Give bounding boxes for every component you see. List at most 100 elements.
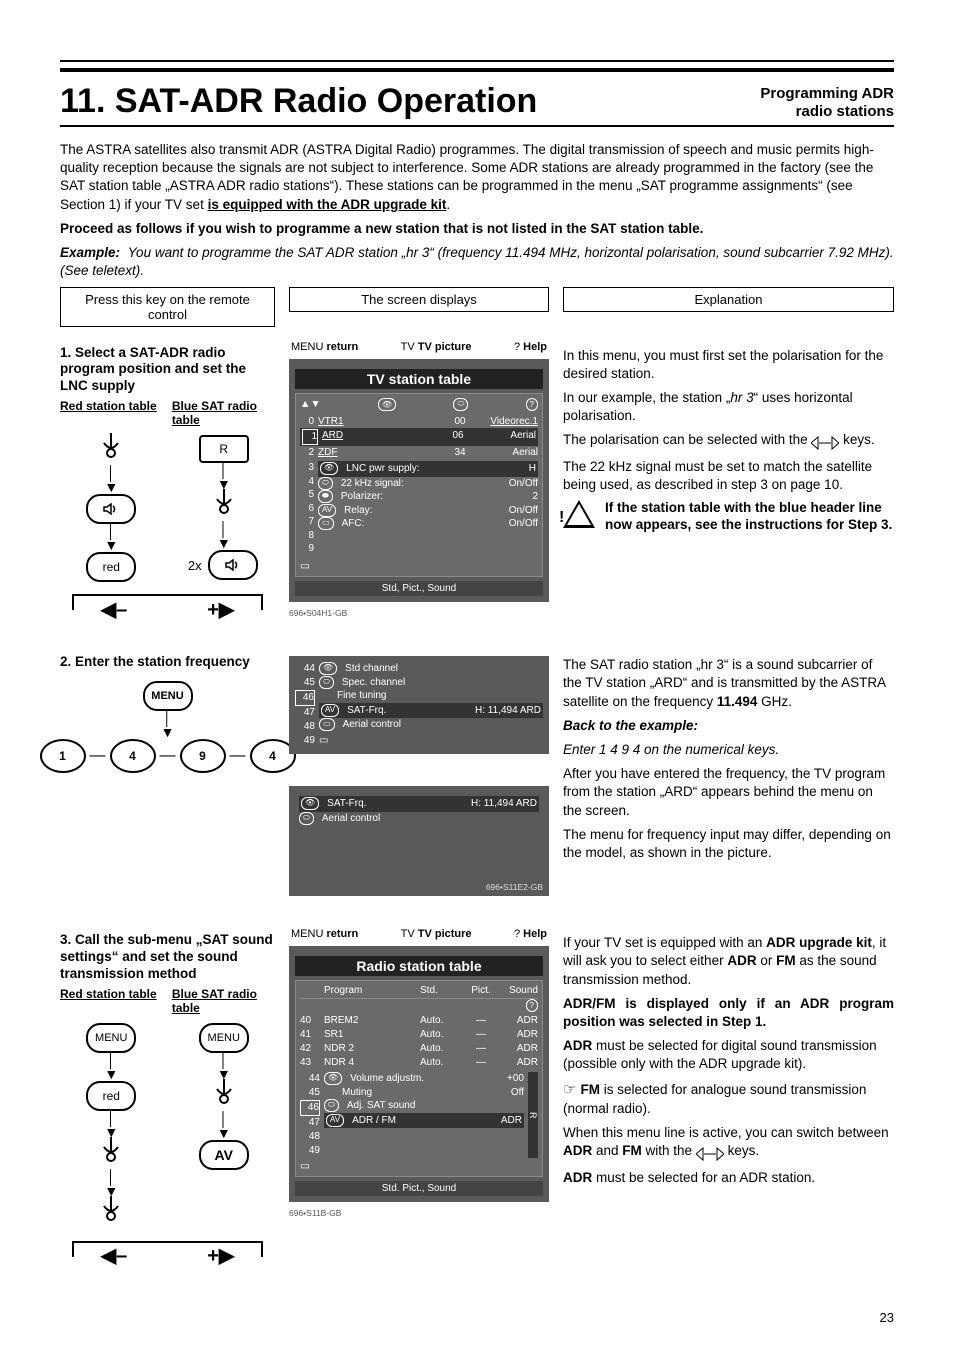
step3-row: 3. Call the sub-menu „SAT sound settings… bbox=[60, 928, 894, 1271]
radio-table-head: Program Std. Pict. Sound bbox=[300, 985, 538, 999]
side-num-selected: 46 bbox=[300, 1100, 320, 1116]
s3-r-p1: If your TV set is equipped with an ADR u… bbox=[563, 934, 894, 989]
tv-chip: TV bbox=[401, 341, 415, 353]
arrow-down-icon: │▼ bbox=[60, 1053, 163, 1081]
digit-1-key[interactable]: 1 bbox=[40, 739, 86, 773]
s3-r-p4: ☞FM is selected for analogue sound trans… bbox=[563, 1080, 894, 1118]
table-row: 0VTR100Videorec.1 bbox=[300, 415, 538, 429]
setting-row: AVRelay:On/Off bbox=[318, 504, 538, 518]
scrollbar-icon: ▭ bbox=[319, 734, 543, 748]
warning-box: ! If the station table with the blue hea… bbox=[563, 500, 894, 534]
screen1-foot: Std, Pict., Sound bbox=[295, 581, 543, 596]
antenna-icon bbox=[60, 1137, 163, 1172]
radio-row: 40BREM2Auto.—ADR bbox=[300, 1014, 538, 1028]
blue-sat-label: Blue SAT radio table bbox=[172, 399, 275, 427]
r-key-box[interactable]: R bbox=[199, 435, 249, 463]
side-r-vertical: R bbox=[528, 1072, 538, 1158]
step1-labels: Red station table Blue SAT radio table bbox=[60, 399, 275, 427]
table-row: 2ZDF34Aerial bbox=[300, 446, 538, 460]
s1-r-p1: In this menu, you must first set the pol… bbox=[563, 347, 894, 383]
blue-sat-label: Blue SAT radio table bbox=[172, 987, 275, 1015]
side-num: 45 bbox=[295, 676, 315, 690]
arrow-down-icon: │▼ bbox=[173, 522, 276, 550]
sound-key[interactable] bbox=[208, 550, 258, 580]
av-key[interactable]: AV bbox=[199, 1140, 249, 1170]
side-num: 47 bbox=[295, 706, 315, 720]
screen1-code: 696•S04H1-GB bbox=[289, 608, 549, 618]
side-num: 47 bbox=[300, 1116, 320, 1130]
arrow-down-icon: │▼ bbox=[173, 463, 276, 491]
page-header: 11. SAT-ADR Radio Operation Programming … bbox=[60, 82, 894, 127]
antenna-icon bbox=[173, 489, 276, 524]
s1-r-p2: In our example, the station „hr 3“ uses … bbox=[563, 389, 894, 425]
screen3-topbar: MENU return TV TV picture ? Help bbox=[289, 928, 549, 940]
pm-row: ◀– +▶ bbox=[60, 594, 275, 624]
digit-9-key[interactable]: 9 bbox=[180, 739, 226, 773]
step2-screen-b: 👁SAT-Frq.H: 11,494 ARD ⬭Aerial control 6… bbox=[289, 786, 549, 896]
setting-row: MutingOff bbox=[324, 1086, 524, 1100]
radio-station-screen: Radio station table Program Std. Pict. S… bbox=[289, 946, 549, 1202]
step1-heading: 1. Select a SAT-ADR radio program positi… bbox=[60, 345, 275, 396]
s2a-row: ▭Aerial control bbox=[319, 718, 543, 732]
page-number: 23 bbox=[880, 1310, 894, 1325]
s2a-row: Fine tuning bbox=[319, 689, 543, 703]
antenna-icon bbox=[173, 1079, 276, 1114]
help-chip: ? bbox=[514, 928, 520, 940]
help-label: Help bbox=[523, 928, 547, 940]
screen3-foot: Std. Pict., Sound bbox=[295, 1181, 543, 1196]
col-right-header: Explanation bbox=[563, 287, 894, 312]
s2-r-p2: After you have entered the frequency, th… bbox=[563, 765, 894, 820]
pm-row: ◀– +▶ bbox=[60, 1241, 275, 1271]
example-label: Example: bbox=[60, 245, 120, 260]
sound-key[interactable] bbox=[86, 494, 136, 524]
return-label: return bbox=[326, 341, 358, 353]
left-right-icon bbox=[696, 1144, 724, 1162]
red-station-label: Red station table bbox=[60, 399, 163, 427]
step3-heading: 3. Call the sub-menu „SAT sound settings… bbox=[60, 932, 275, 983]
menu-key[interactable]: MENU bbox=[199, 1023, 249, 1053]
screen2b-code: 696•S11E2-GB bbox=[486, 882, 543, 892]
side-num: 48 bbox=[295, 720, 315, 734]
q-icon: ? bbox=[526, 398, 538, 411]
side-num: 3 bbox=[300, 461, 314, 475]
col-mid-header: The screen displays bbox=[289, 287, 549, 312]
step3-labels: Red station table Blue SAT radio table bbox=[60, 987, 275, 1015]
help-label: Help bbox=[523, 341, 547, 353]
screen3-title: Radio station table bbox=[295, 956, 543, 976]
tvpicture-label: TV picture bbox=[418, 928, 472, 940]
q-icon: ? bbox=[300, 999, 538, 1012]
antenna-icon bbox=[60, 1196, 163, 1231]
setting-row: ▭AFC:On/Off bbox=[318, 517, 538, 531]
side-num: 44 bbox=[295, 662, 315, 676]
section-title: 11. SAT-ADR Radio Operation bbox=[60, 82, 537, 121]
radio-row: 41SR1Auto.—ADR bbox=[300, 1028, 538, 1042]
back-line: Enter 1 4 9 4 on the numerical keys. bbox=[563, 741, 894, 759]
setting-row: 👁Volume adjustm.+00 bbox=[324, 1072, 524, 1086]
red-station-label: Red station table bbox=[60, 987, 163, 1015]
s3-r-p6: ADR must be selected for an ADR station. bbox=[563, 1169, 894, 1187]
side-num: 7 bbox=[300, 515, 314, 529]
intro-p1-end: . bbox=[446, 197, 450, 212]
red-key[interactable]: red bbox=[86, 552, 136, 582]
arrow-down-icon: │▼ bbox=[60, 1170, 163, 1198]
menu-key[interactable]: MENU bbox=[86, 1023, 136, 1053]
step2-screen-a: 44 45 46 47 48 49 👁Std channel ⬭Spec. ch… bbox=[289, 656, 549, 754]
s2a-row: 👁Std channel bbox=[319, 662, 543, 676]
left-right-icon bbox=[811, 433, 839, 451]
digit-4-key[interactable]: 4 bbox=[110, 739, 156, 773]
step1-row: 1. Select a SAT-ADR radio program positi… bbox=[60, 341, 894, 625]
updown-icon: ▲▼ bbox=[300, 398, 321, 411]
radio-row: 43NDR 4Auto.—ADR bbox=[300, 1056, 538, 1070]
s1-r-p3: The polarisation can be selected with th… bbox=[563, 431, 894, 451]
eye-icon: 👁 bbox=[378, 398, 396, 411]
red-key[interactable]: red bbox=[86, 1081, 136, 1111]
tvpicture-label: TV picture bbox=[418, 341, 472, 353]
sub1: Programming ADR bbox=[760, 85, 894, 103]
s2b-row: 👁SAT-Frq.H: 11,494 ARD bbox=[299, 796, 539, 812]
s3-r-p2: ADR/FM is displayed only if an ADR progr… bbox=[563, 995, 894, 1031]
setting-row: ⬭22 kHz signal:On/Off bbox=[318, 477, 538, 491]
return-label: return bbox=[326, 928, 358, 940]
menu-key[interactable]: MENU bbox=[143, 681, 193, 711]
arrow-down-icon: │▼ bbox=[173, 1053, 276, 1081]
step2-row: 2. Enter the station frequency MENU │▼ 1… bbox=[60, 650, 894, 902]
